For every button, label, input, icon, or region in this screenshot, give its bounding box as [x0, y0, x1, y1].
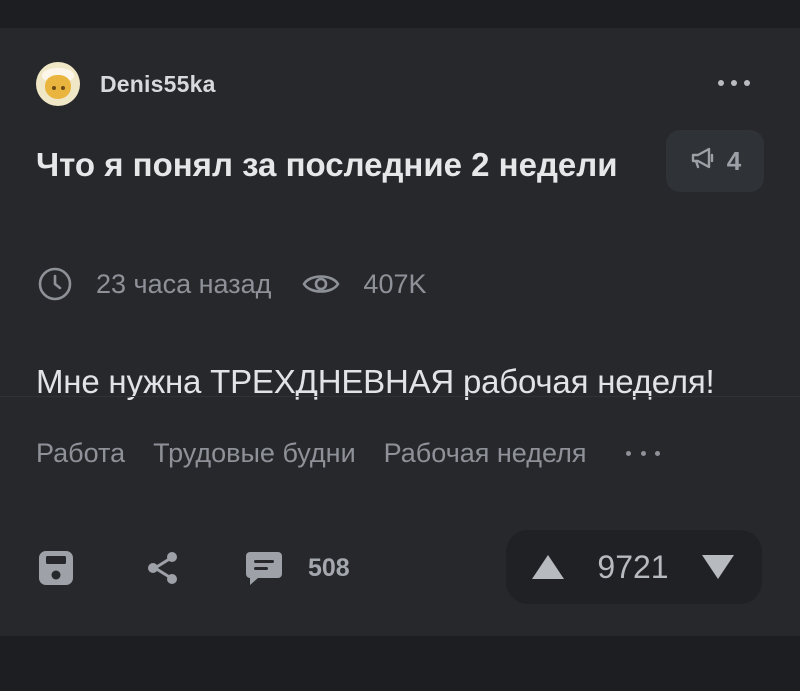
awards-count: 4: [726, 145, 742, 176]
more-tags-button[interactable]: [626, 450, 661, 456]
views-count: 407K: [363, 268, 427, 299]
more-dot: [655, 450, 661, 456]
tag-work-week[interactable]: Рабочая неделя: [384, 438, 587, 469]
megaphone-icon: [689, 145, 717, 178]
more-dot: [640, 450, 646, 456]
author-name[interactable]: Denis55ka: [100, 71, 216, 98]
avatar-face: [45, 75, 71, 99]
meta-row: 23 часа назад 407K: [36, 264, 426, 304]
avatar-eye-left: [52, 86, 56, 90]
more-dot: [731, 80, 737, 86]
post-title[interactable]: Что я понял за последние 2 недели: [36, 138, 636, 192]
share-button[interactable]: [144, 549, 182, 587]
more-dot: [744, 80, 750, 86]
award-button[interactable]: 4: [666, 130, 764, 192]
tag-work[interactable]: Работа: [36, 438, 125, 469]
triangle-up-icon: [532, 555, 564, 579]
comment-icon: [246, 552, 282, 585]
upvote-button[interactable]: [530, 553, 566, 581]
author-row[interactable]: Denis55ka: [36, 62, 216, 106]
more-dots-icon: [718, 80, 724, 86]
avatar-eye-right: [61, 86, 65, 90]
comments-button[interactable]: 508: [244, 548, 350, 588]
comments-count: 508: [308, 553, 350, 582]
save-icon: [39, 551, 73, 585]
more-options-button[interactable]: [712, 68, 756, 98]
clock-icon: [36, 265, 74, 303]
downvote-button[interactable]: [700, 553, 736, 581]
tags-row: Работа Трудовые будни Рабочая неделя: [36, 433, 661, 473]
vote-control: 9721: [506, 530, 762, 604]
avatar[interactable]: [36, 62, 80, 106]
more-dots-icon: [626, 450, 632, 456]
save-button[interactable]: [36, 548, 76, 588]
rating-score: 9721: [597, 548, 669, 585]
divider: [0, 396, 800, 397]
page: Denis55ka Что я понял за последние 2 нед…: [0, 0, 800, 691]
tag-work-days[interactable]: Трудовые будни: [153, 438, 356, 469]
actions-row: 508: [36, 548, 350, 588]
triangle-down-icon: [702, 555, 734, 579]
post-card: Denis55ka Что я понял за последние 2 нед…: [0, 28, 800, 636]
post-time: 23 часа назад: [96, 268, 272, 299]
eye-icon: [301, 270, 341, 298]
share-icon: [148, 552, 177, 584]
